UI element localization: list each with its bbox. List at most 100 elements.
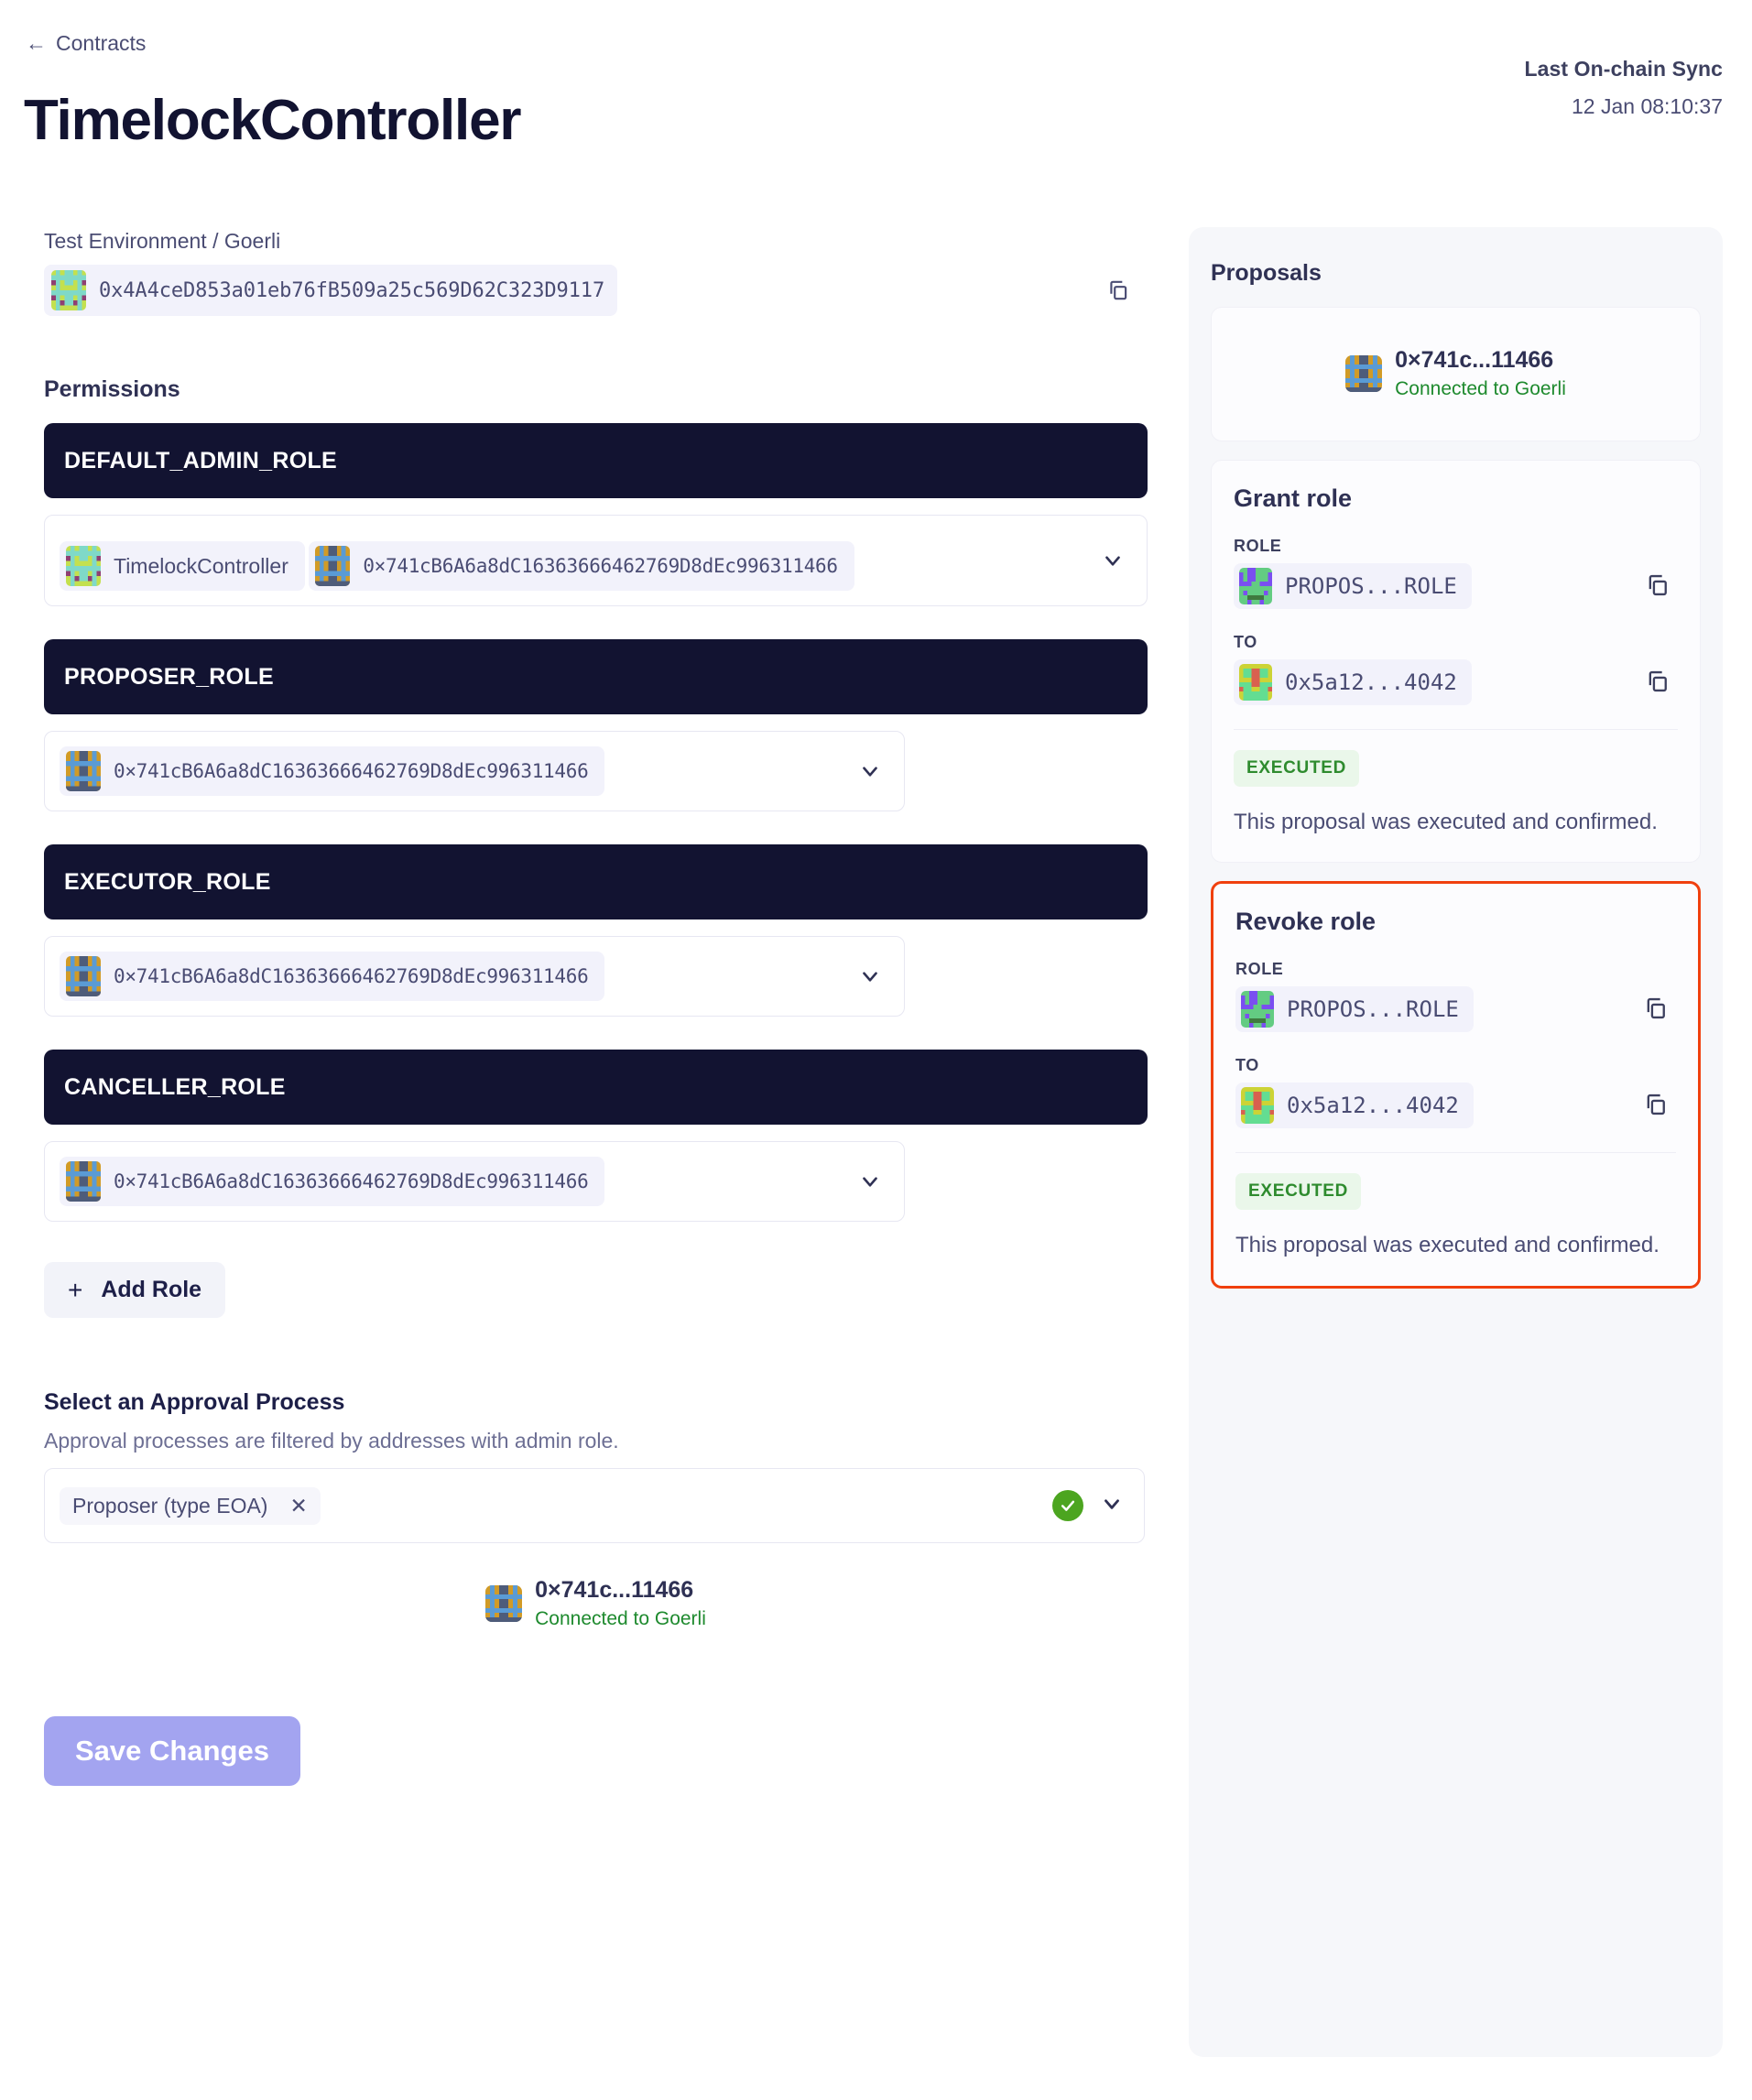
approval-heading: Select an Approval Process xyxy=(44,1389,345,1415)
role-member-label: 0×741cB6A6a8dC16363666462769D8dEc9963114… xyxy=(114,760,589,782)
copy-icon[interactable] xyxy=(1643,1092,1670,1119)
approval-process-chip-label: Proposer (type EOA) xyxy=(72,1493,268,1518)
contract-address-row: 0x4A4ceD853a01eb76fB509a25c569D62C323D91… xyxy=(44,265,1148,316)
role-group-canceller: CANCELLER_ROLE 0×741cB6A6a8dC16363666462… xyxy=(44,1050,1148,1222)
proposal-to-label: TO xyxy=(1235,1056,1259,1075)
environment-label: Test Environment / Goerli xyxy=(44,229,281,253)
proposal-role-row: PROPOS...ROLE xyxy=(1234,562,1678,609)
role-members-box[interactable]: TimelockController 0×741cB6A6a8dC1636366… xyxy=(44,515,1148,606)
divider xyxy=(1234,728,1678,730)
proposal-role-label: ROLE xyxy=(1235,960,1284,979)
role-title: DEFAULT_ADMIN_ROLE xyxy=(44,423,1148,498)
role-member-label: 0×741cB6A6a8dC16363666462769D8dEc9963114… xyxy=(363,555,838,577)
proposal-role-value: PROPOS...ROLE xyxy=(1285,572,1457,599)
identicon-avatar xyxy=(1345,355,1383,393)
panel-connected-account-card: 0×741c...11466 Connected to Goerli xyxy=(1211,307,1701,441)
approval-subtext: Approval processes are filtered by addre… xyxy=(44,1429,619,1453)
last-sync-label: Last On-chain Sync xyxy=(1524,57,1723,81)
proposal-card-revoke-role[interactable]: Revoke role ROLE PROPOS...ROLE TO 0x5a12… xyxy=(1211,881,1701,1289)
status-badge: EXECUTED xyxy=(1234,749,1360,787)
role-members-box[interactable]: 0×741cB6A6a8dC16363666462769D8dEc9963114… xyxy=(44,1141,905,1222)
proposal-role-row: PROPOS...ROLE xyxy=(1235,986,1676,1033)
role-member[interactable]: 0×741cB6A6a8dC16363666462769D8dEc9963114… xyxy=(60,746,605,796)
identicon-avatar xyxy=(1239,663,1272,701)
role-title: EXECUTOR_ROLE xyxy=(44,844,1148,919)
proposal-to-label: TO xyxy=(1234,632,1257,651)
permissions-heading: Permissions xyxy=(44,376,180,402)
approval-process-select[interactable]: Proposer (type EOA) ✕ xyxy=(44,1468,1145,1543)
role-member[interactable]: TimelockController xyxy=(60,541,305,591)
connected-network-label: Connected to Goerli xyxy=(1395,378,1566,400)
proposal-card-grant-role[interactable]: Grant role ROLE PROPOS...ROLE TO 0x5a12.… xyxy=(1211,459,1701,864)
last-sync-block: Last On-chain Sync 12 Jan 08:10:37 xyxy=(1524,57,1723,119)
contract-address-pill[interactable]: 0x4A4ceD853a01eb76fB509a25c569D62C323D91… xyxy=(44,265,618,316)
proposal-role-label: ROLE xyxy=(1234,536,1282,555)
select-controls xyxy=(1052,1490,1124,1521)
proposal-description: This proposal was executed and confirmed… xyxy=(1235,1233,1660,1258)
identicon-avatar xyxy=(315,546,351,586)
proposal-role-value-pill[interactable]: PROPOS...ROLE xyxy=(1235,986,1474,1033)
role-member-label: TimelockController xyxy=(114,553,288,578)
proposals-title: Proposals xyxy=(1211,260,1322,286)
role-member-label: 0×741cB6A6a8dC16363666462769D8dEc9963114… xyxy=(114,965,589,987)
add-role-button[interactable]: + Add Role xyxy=(44,1262,226,1318)
connected-account-name: 0×741c...11466 xyxy=(1395,347,1554,373)
identicon-avatar xyxy=(1241,991,1274,1028)
proposal-role-value-pill[interactable]: PROPOS...ROLE xyxy=(1234,562,1472,609)
connected-account-text: 0×741c...11466 Connected to Goerli xyxy=(1395,346,1566,402)
role-member[interactable]: 0×741cB6A6a8dC16363666462769D8dEc9963114… xyxy=(60,1157,605,1206)
proposal-title: Grant role xyxy=(1234,484,1353,512)
copy-icon[interactable] xyxy=(1103,275,1134,306)
connected-account: 0×741c...11466 Connected to Goerli xyxy=(1345,346,1566,402)
identicon-avatar xyxy=(485,1585,523,1623)
role-member[interactable]: 0×741cB6A6a8dC16363666462769D8dEc9963114… xyxy=(309,541,854,591)
role-member-label: 0×741cB6A6a8dC16363666462769D8dEc9963114… xyxy=(114,1170,589,1192)
role-title: CANCELLER_ROLE xyxy=(44,1050,1148,1125)
add-role-label: Add Role xyxy=(101,1277,202,1302)
identicon-avatar xyxy=(66,1161,101,1202)
identicon-avatar xyxy=(66,546,101,586)
role-members-box[interactable]: 0×741cB6A6a8dC16363666462769D8dEc9963114… xyxy=(44,936,905,1017)
breadcrumb[interactable]: ← Contracts xyxy=(26,31,146,56)
page-title: TimelockController xyxy=(24,89,521,152)
role-group-default-admin: DEFAULT_ADMIN_ROLE TimelockController 0×… xyxy=(44,423,1148,606)
proposal-to-value-pill[interactable]: 0x5a12...4042 xyxy=(1234,658,1472,705)
chevron-down-icon[interactable] xyxy=(1101,549,1125,572)
identicon-avatar xyxy=(1239,567,1272,604)
proposals-panel: Proposals 0×741c...11466 Connected to Go… xyxy=(1189,227,1723,2057)
save-changes-button[interactable]: Save Changes xyxy=(44,1715,300,1786)
chevron-down-icon[interactable] xyxy=(858,1170,882,1193)
proposal-description: This proposal was executed and confirmed… xyxy=(1234,809,1658,834)
chevron-down-icon[interactable] xyxy=(858,759,882,783)
contract-address-value: 0x4A4ceD853a01eb76fB509a25c569D62C323D91… xyxy=(99,278,605,302)
connected-account-footer: 0×741c...11466 Connected to Goerli xyxy=(44,1576,1148,1632)
divider xyxy=(1235,1152,1676,1154)
proposal-title: Revoke role xyxy=(1235,908,1377,936)
role-title: PROPOSER_ROLE xyxy=(44,639,1148,714)
contract-permissions-page: ← Contracts TimelockController Last On-c… xyxy=(0,0,1752,2100)
copy-icon[interactable] xyxy=(1645,669,1672,696)
plus-icon: + xyxy=(68,1275,83,1304)
proposal-to-value-pill[interactable]: 0x5a12...4042 xyxy=(1235,1083,1474,1129)
approval-process-chip[interactable]: Proposer (type EOA) ✕ xyxy=(60,1486,321,1525)
copy-icon[interactable] xyxy=(1643,996,1670,1023)
role-member[interactable]: 0×741cB6A6a8dC16363666462769D8dEc9963114… xyxy=(60,952,605,1001)
identicon-avatar xyxy=(1241,1087,1274,1125)
copy-icon[interactable] xyxy=(1645,572,1672,600)
arrow-left-icon: ← xyxy=(26,31,47,55)
identicon-avatar xyxy=(66,956,101,996)
close-icon[interactable]: ✕ xyxy=(289,1494,307,1518)
role-members-box[interactable]: 0×741cB6A6a8dC16363666462769D8dEc9963114… xyxy=(44,731,905,811)
last-sync-value: 12 Jan 08:10:37 xyxy=(1572,94,1723,118)
chevron-down-icon[interactable] xyxy=(858,964,882,988)
check-circle-icon xyxy=(1052,1490,1083,1521)
role-group-proposer: PROPOSER_ROLE 0×741cB6A6a8dC163636664627… xyxy=(44,639,1148,811)
identicon-avatar xyxy=(51,270,86,310)
role-group-executor: EXECUTOR_ROLE 0×741cB6A6a8dC163636664627… xyxy=(44,844,1148,1017)
proposal-role-value: PROPOS...ROLE xyxy=(1287,996,1459,1023)
proposal-to-row: 0x5a12...4042 xyxy=(1234,658,1678,705)
connected-network-label: Connected to Goerli xyxy=(535,1608,706,1630)
connected-account-text: 0×741c...11466 Connected to Goerli xyxy=(535,1576,706,1632)
identicon-avatar xyxy=(66,751,101,791)
chevron-down-icon[interactable] xyxy=(1100,1492,1124,1520)
